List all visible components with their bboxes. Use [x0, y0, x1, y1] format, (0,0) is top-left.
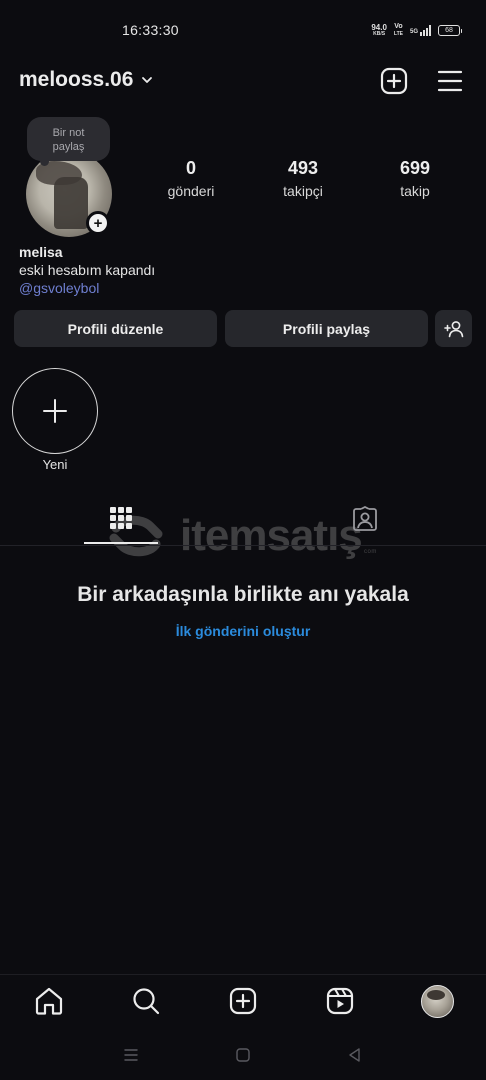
network-speed: 94.0 KB/S	[371, 22, 387, 37]
volte-indicator: Vo LTE	[393, 23, 403, 37]
tab-tagged[interactable]	[352, 505, 378, 537]
tagged-icon	[353, 505, 377, 531]
note-text-line2: paylaş	[52, 141, 85, 153]
add-story-icon[interactable]: +	[86, 211, 110, 235]
following-count: 699	[399, 158, 431, 178]
bio-mention-link[interactable]: @gsvoleybol	[19, 280, 99, 296]
add-person-icon	[443, 320, 463, 337]
tab-divider	[0, 545, 486, 546]
menu-icon[interactable]	[436, 67, 464, 95]
reels-icon[interactable]	[324, 985, 356, 1017]
followers-label: takipçi	[283, 183, 323, 199]
edit-profile-button[interactable]: Profili düzenle	[14, 310, 217, 347]
posts-stat[interactable]: 0 gönderi	[146, 158, 236, 199]
chevron-down-icon	[142, 77, 153, 83]
new-highlight-label: Yeni	[42, 457, 68, 472]
profile-avatar-nav[interactable]	[421, 985, 454, 1018]
tab-grid[interactable]	[109, 506, 133, 535]
active-tab-indicator	[84, 542, 158, 544]
followers-stat[interactable]: 493 takipçi	[258, 158, 348, 199]
display-name: melisa	[19, 244, 63, 260]
empty-state-title: Bir arkadaşınla birlikte anı yakala	[77, 583, 409, 606]
signal-icon: 5G	[410, 25, 431, 36]
username: melooss.06	[19, 68, 134, 91]
note-bubble[interactable]: Bir not paylaş	[27, 117, 110, 161]
watermark-text: itemsatış	[180, 511, 363, 560]
bio-text: eski hesabım kapandı	[19, 262, 156, 278]
account-switcher[interactable]: melooss.06	[19, 68, 153, 92]
watermark-sub: com	[364, 549, 377, 555]
share-profile-button[interactable]: Profili paylaş	[225, 310, 428, 347]
create-first-post-link[interactable]: İlk gönderini oluştur	[0, 623, 486, 639]
following-label: takip	[400, 183, 430, 199]
status-indicators: 94.0 KB/S Vo LTE 5G 68	[371, 22, 462, 38]
search-icon[interactable]	[130, 985, 162, 1017]
grid-icon	[110, 507, 132, 529]
new-highlight-button[interactable]	[12, 368, 98, 454]
note-text-line1: Bir not	[52, 127, 85, 139]
following-stat[interactable]: 699 takip	[370, 158, 460, 199]
back-icon[interactable]	[344, 1044, 366, 1066]
add-post-icon[interactable]	[380, 67, 408, 95]
bottom-nav-divider	[0, 974, 486, 975]
discover-people-button[interactable]	[435, 310, 472, 347]
recent-apps-icon[interactable]	[120, 1044, 142, 1066]
home-icon[interactable]	[33, 985, 65, 1017]
plus-icon	[43, 399, 67, 423]
battery-icon: 68	[438, 25, 462, 36]
status-time: 16:33:30	[122, 22, 179, 38]
posts-label: gönderi	[167, 183, 215, 199]
home-button-icon[interactable]	[232, 1044, 254, 1066]
watermark: itemsatış	[102, 511, 363, 560]
followers-count: 493	[287, 158, 319, 178]
create-icon[interactable]	[227, 985, 259, 1017]
posts-count: 0	[185, 158, 196, 178]
